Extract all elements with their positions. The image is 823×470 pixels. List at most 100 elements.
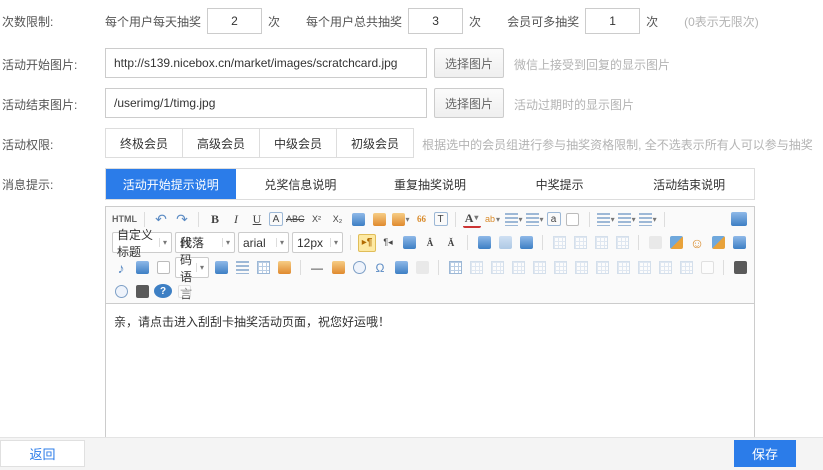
time-icon[interactable] [350, 259, 368, 277]
insert-col-icon[interactable] [509, 259, 527, 277]
indent-icon[interactable]: ▾ [597, 210, 615, 228]
save-button[interactable]: 保存 [734, 440, 796, 467]
member-option-0[interactable]: 终极会员 [105, 128, 183, 158]
pagebreak-icon[interactable] [233, 259, 251, 277]
anchor-text-icon[interactable]: a [547, 212, 561, 226]
unlink-icon[interactable] [496, 234, 514, 252]
search-replace-icon[interactable] [133, 282, 151, 300]
limit-field-0: 每个用户每天抽奖次 [105, 8, 306, 34]
formula-icon[interactable] [413, 259, 431, 277]
delete-row-icon[interactable] [530, 259, 548, 277]
video-icon[interactable] [730, 234, 748, 252]
insert-table-icon[interactable] [446, 259, 464, 277]
highlight-color-icon[interactable]: ab▾ [484, 210, 502, 228]
special-char-icon[interactable]: Ω [371, 259, 389, 277]
limit-field-input-2[interactable] [585, 8, 640, 34]
font-size-select[interactable]: 12px▾ [292, 232, 343, 253]
uppercase-icon[interactable]: Â [421, 234, 439, 252]
blank-doc-icon-glyph [566, 213, 579, 226]
message-tab-1[interactable]: 兑奖信息说明 [236, 169, 366, 199]
format-brush-icon[interactable] [371, 210, 389, 228]
message-tab-0[interactable]: 活动开始提示说明 [106, 169, 236, 199]
eraser-icon[interactable] [350, 210, 368, 228]
insert-image-icon[interactable] [667, 234, 685, 252]
columns-icon[interactable] [254, 259, 272, 277]
message-tab-3[interactable]: 中奖提示 [495, 169, 625, 199]
split-col-icon[interactable] [677, 259, 695, 277]
bold-icon[interactable]: B [206, 210, 224, 228]
anchor-icon[interactable] [517, 234, 535, 252]
start-image-pick-button[interactable]: 选择图片 [434, 48, 504, 78]
line-height-icon[interactable]: ▾ [639, 210, 657, 228]
date-icon[interactable] [329, 259, 347, 277]
lowercase-icon[interactable]: Ǎ [442, 234, 460, 252]
link-icon[interactable] [475, 234, 493, 252]
chart-icon-glyph [395, 261, 408, 274]
delete-table-icon[interactable] [467, 259, 485, 277]
message-tab-2[interactable]: 重复抽奖说明 [365, 169, 495, 199]
chart-icon[interactable] [392, 259, 410, 277]
ltr-icon[interactable]: ▸¶ [358, 234, 376, 252]
member-option-3[interactable]: 初级会员 [336, 128, 414, 158]
insert-row-icon[interactable] [488, 259, 506, 277]
split-row-icon[interactable] [656, 259, 674, 277]
back-button[interactable]: 返回 [0, 440, 85, 467]
paragraph-format-icon[interactable] [400, 234, 418, 252]
help-icon[interactable]: ? [154, 284, 172, 298]
start-image-input[interactable] [105, 48, 427, 78]
strikethrough-icon[interactable]: ABC [286, 210, 305, 228]
style-select[interactable]: 自定义标题▾ [112, 232, 172, 253]
member-option-1[interactable]: 高级会员 [182, 128, 260, 158]
paragraph-spacing-icon[interactable]: ▾ [618, 210, 636, 228]
snapshot-icon-glyph [278, 261, 291, 274]
print-icon[interactable] [731, 259, 749, 277]
superscript-icon[interactable]: X² [308, 210, 326, 228]
scrawl-icon-glyph [712, 236, 725, 249]
preview-icon[interactable] [112, 282, 130, 300]
unordered-list-icon[interactable]: ▾ [526, 210, 544, 228]
image-align-right-icon[interactable] [592, 234, 610, 252]
limit-field-input-1[interactable] [408, 8, 463, 34]
paste-text-icon[interactable]: T [434, 212, 448, 226]
end-image-pick-button[interactable]: 选择图片 [434, 88, 504, 118]
italic-icon[interactable]: I [227, 210, 245, 228]
rtl-icon[interactable]: ¶◂ [379, 234, 397, 252]
limit-field-input-0[interactable] [207, 8, 262, 34]
attachment-icon[interactable] [133, 259, 151, 277]
insert-frame-icon[interactable] [154, 259, 172, 277]
redo-icon[interactable]: ↷ [173, 210, 191, 228]
blockquote-icon[interactable]: 66 [413, 210, 431, 228]
member-option-2[interactable]: 中级会员 [259, 128, 337, 158]
ordered-list-icon[interactable]: ▾ [505, 210, 523, 228]
doc-template-icon[interactable] [698, 259, 716, 277]
image-icon[interactable] [646, 234, 664, 252]
snapshot-icon[interactable] [275, 259, 293, 277]
horizontal-rule-icon[interactable]: — [308, 259, 326, 277]
merge-right-icon[interactable] [593, 259, 611, 277]
merge-cells-icon[interactable] [572, 259, 590, 277]
subscript-icon[interactable]: X₂ [329, 210, 347, 228]
image-inline-icon[interactable] [571, 234, 589, 252]
chevron-down-icon: ▾ [159, 238, 167, 247]
border-text-icon[interactable]: A [269, 212, 283, 226]
auto-typeset-icon[interactable]: ▾ [392, 210, 410, 228]
font-family-select[interactable]: arial▾ [238, 232, 289, 253]
image-align-left-icon-glyph [553, 236, 566, 249]
blank-doc-icon[interactable] [564, 210, 582, 228]
underline-icon[interactable]: U [248, 210, 266, 228]
code-language-select[interactable]: 代码语言▾ [175, 257, 209, 278]
image-align-left-icon[interactable] [550, 234, 568, 252]
message-tab-4[interactable]: 活动结束说明 [624, 169, 754, 199]
music-icon[interactable]: ♪ [112, 259, 130, 277]
fullscreen-icon[interactable] [730, 210, 748, 228]
emoticon-icon[interactable]: ☺ [688, 234, 706, 252]
split-cell-icon[interactable] [635, 259, 653, 277]
end-image-input[interactable] [105, 88, 427, 118]
image-block-icon[interactable] [613, 234, 631, 252]
scrawl-icon[interactable] [709, 234, 727, 252]
delete-col-icon[interactable] [551, 259, 569, 277]
map-icon[interactable] [212, 259, 230, 277]
paste-icon[interactable] [175, 282, 193, 300]
merge-down-icon[interactable] [614, 259, 632, 277]
font-color-icon[interactable]: A▾ [463, 210, 481, 228]
